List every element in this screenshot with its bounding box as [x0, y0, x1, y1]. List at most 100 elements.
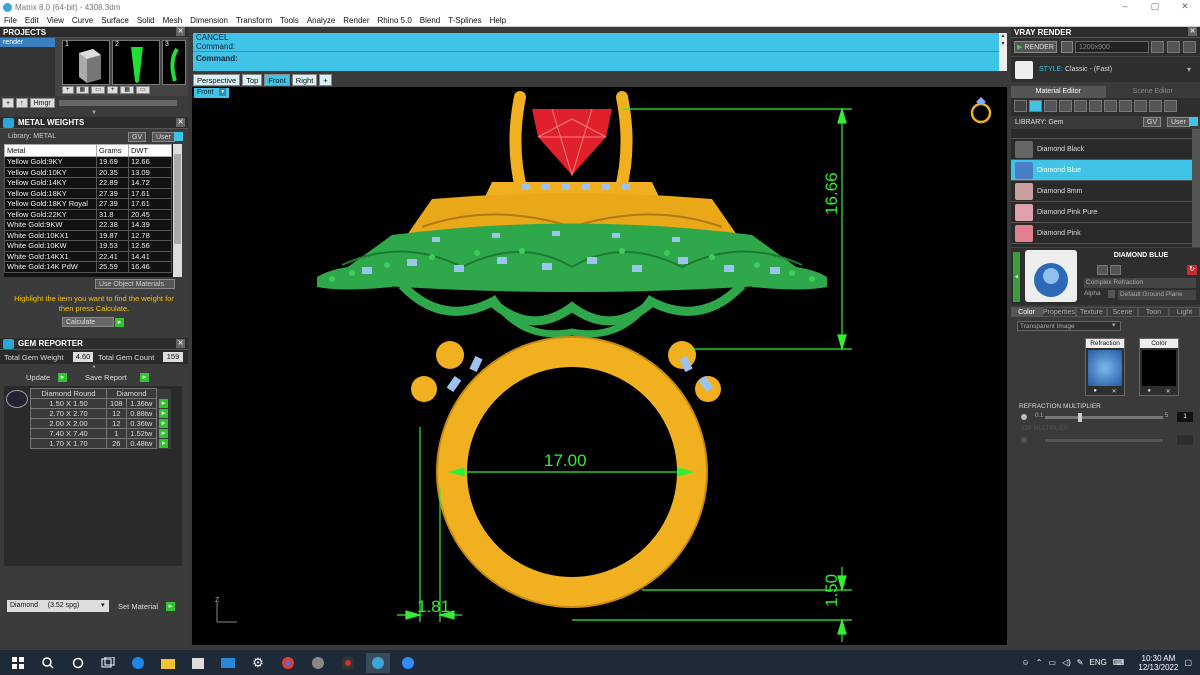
- refraction-multiplier-input[interactable]: 1: [1177, 412, 1193, 422]
- material-option-icon[interactable]: [1110, 265, 1121, 275]
- menu-surface[interactable]: Surface: [97, 16, 133, 25]
- thumb-tool-button[interactable]: ▭: [91, 86, 105, 94]
- add-tab-button[interactable]: +: [319, 74, 332, 86]
- menu-rhino[interactable]: Rhino 5.0: [374, 16, 416, 25]
- color-swatch[interactable]: Color ● ✕: [1139, 338, 1179, 396]
- table-row[interactable]: White Gold:14KX1 22.41 14.41: [4, 250, 172, 262]
- refresh-icon[interactable]: ↻: [1187, 265, 1197, 275]
- texture-icon[interactable]: [1059, 100, 1072, 112]
- col-dwt[interactable]: DWT: [128, 144, 172, 157]
- maximize-button[interactable]: ▢: [1140, 0, 1170, 14]
- tab-scene-editor[interactable]: Scene Editor: [1106, 86, 1200, 98]
- library-toggle[interactable]: [174, 132, 183, 141]
- tab-right[interactable]: Right: [291, 74, 318, 86]
- table-row[interactable]: Yellow Gold:14KY 22.89 14.72: [4, 177, 172, 189]
- collapse-arrow-icon[interactable]: ▼: [0, 110, 188, 117]
- project-thumb-3[interactable]: 3: [162, 40, 186, 85]
- chevron-down-icon[interactable]: ▾: [1112, 321, 1116, 329]
- metal-table-scrollbar[interactable]: [173, 144, 182, 277]
- menu-solid[interactable]: Solid: [133, 16, 159, 25]
- volume-icon[interactable]: ◁): [1062, 658, 1071, 667]
- menu-transform[interactable]: Transform: [232, 16, 276, 25]
- gem-small-icon[interactable]: ●: [1147, 388, 1151, 395]
- gem-icon[interactable]: [1029, 100, 1042, 112]
- menu-tsplines[interactable]: T-Splines: [444, 16, 485, 25]
- close-icon[interactable]: ✕: [1166, 388, 1171, 395]
- table-row[interactable]: Yellow Gold:22KY 31.8 20.45: [4, 208, 172, 220]
- material-option-icon[interactable]: [1097, 265, 1108, 275]
- menu-blend[interactable]: Blend: [416, 16, 444, 25]
- close-icon[interactable]: ✕: [176, 339, 185, 348]
- library-toggle[interactable]: [1189, 117, 1198, 126]
- menu-render[interactable]: Render: [339, 16, 373, 25]
- select-gem-icon[interactable]: ▸: [159, 429, 168, 439]
- collapse-icon[interactable]: ◂: [1013, 252, 1020, 302]
- project-item[interactable]: render: [0, 38, 55, 47]
- tab-front[interactable]: Front: [264, 74, 290, 86]
- select-gem-icon[interactable]: ▸: [159, 439, 169, 449]
- material-select[interactable]: Diamond (3.52 spg): [7, 600, 109, 612]
- person-icon[interactable]: ☺: [1022, 658, 1030, 667]
- refraction-multiplier-slider[interactable]: [1045, 416, 1163, 419]
- table-row[interactable]: Yellow Gold:18KY Royal 27.39 17.61: [4, 198, 172, 210]
- refraction-swatch[interactable]: Refraction ● ✕: [1085, 338, 1125, 396]
- table-row[interactable]: White Gold:9KW 22.38 14.39: [4, 219, 172, 231]
- add-project-button[interactable]: +: [2, 98, 15, 108]
- calculate-go-icon[interactable]: ▸: [115, 318, 124, 327]
- ground-plane-select[interactable]: Default Ground Plane: [1118, 290, 1196, 300]
- project-thumb-1[interactable]: 1: [62, 40, 110, 85]
- list-item[interactable]: Diamond 8mm: [1011, 181, 1200, 202]
- library-gv-button[interactable]: GV: [1143, 117, 1162, 127]
- transparent-image-select[interactable]: Transparent Image: [1017, 321, 1121, 331]
- table-row[interactable]: 7.40 X 7.40 1 1.52tw ▸: [30, 428, 171, 439]
- bulb-icon[interactable]: [1164, 100, 1177, 112]
- set-material-button[interactable]: Set Material: [118, 602, 158, 611]
- menu-dimension[interactable]: Dimension: [186, 16, 232, 25]
- select-gem-icon[interactable]: ▸: [159, 409, 168, 419]
- library-user-button[interactable]: User: [1167, 117, 1190, 127]
- cortana-icon[interactable]: [66, 653, 90, 673]
- material-icon[interactable]: [1134, 100, 1147, 112]
- sphere-icon[interactable]: [1044, 100, 1057, 112]
- manager-button[interactable]: Hmgr: [29, 98, 55, 108]
- project-list[interactable]: render: [0, 38, 55, 96]
- store-icon[interactable]: [186, 653, 210, 673]
- thumb-tool-button[interactable]: ▦: [75, 86, 90, 94]
- tab-light[interactable]: Light: [1168, 307, 1200, 317]
- table-row[interactable]: Yellow Gold:9KY 19.69 12.66: [4, 156, 172, 168]
- render-button[interactable]: ▶ RENDER: [1014, 41, 1057, 53]
- select-gem-icon[interactable]: ▸: [159, 419, 168, 429]
- save-report-button[interactable]: Save Report: [85, 373, 127, 382]
- search-icon[interactable]: [36, 653, 60, 673]
- drop-icon[interactable]: [1014, 100, 1027, 112]
- menu-curve[interactable]: Curve: [68, 16, 97, 25]
- chevron-up-icon[interactable]: ⌃: [1036, 658, 1043, 667]
- checker2-icon[interactable]: [1119, 100, 1132, 112]
- command-input[interactable]: Command:: [193, 52, 1007, 63]
- chevron-down-icon[interactable]: ▾: [101, 601, 105, 609]
- task-view-icon[interactable]: [96, 653, 120, 673]
- keyboard-icon[interactable]: ⌨: [1113, 658, 1125, 667]
- style-select[interactable]: Classic - (Fast): [1065, 66, 1112, 73]
- table-row[interactable]: 1.70 X 1.70 26 0.48tw ▸: [30, 438, 171, 449]
- windows-icon[interactable]: [6, 653, 30, 673]
- matrix-icon[interactable]: [366, 652, 390, 673]
- chevron-down-icon[interactable]: ▾: [1187, 65, 1191, 74]
- update-go-icon[interactable]: ▸: [58, 373, 67, 382]
- notifications-icon[interactable]: ▢: [1184, 658, 1192, 667]
- menu-file[interactable]: File: [0, 16, 21, 25]
- table-row[interactable]: Yellow Gold:18KY 27.39 17.61: [4, 187, 172, 199]
- library-user-button[interactable]: User: [152, 132, 175, 142]
- list-item[interactable]: Diamond Black: [1011, 139, 1200, 160]
- save-report-go-icon[interactable]: ▸: [140, 373, 149, 382]
- thumb-tool-button[interactable]: ▭: [136, 86, 150, 94]
- mail-icon[interactable]: [216, 653, 240, 673]
- close-icon[interactable]: ✕: [176, 27, 185, 36]
- checker-icon[interactable]: [1104, 100, 1117, 112]
- col-metal[interactable]: Metal: [4, 144, 97, 157]
- close-icon[interactable]: ✕: [1112, 388, 1117, 395]
- up-project-button[interactable]: ↑: [16, 98, 28, 108]
- chrome-icon[interactable]: [276, 653, 300, 673]
- select-gem-icon[interactable]: ▸: [159, 399, 168, 409]
- settings-icon[interactable]: ⚙: [246, 653, 270, 673]
